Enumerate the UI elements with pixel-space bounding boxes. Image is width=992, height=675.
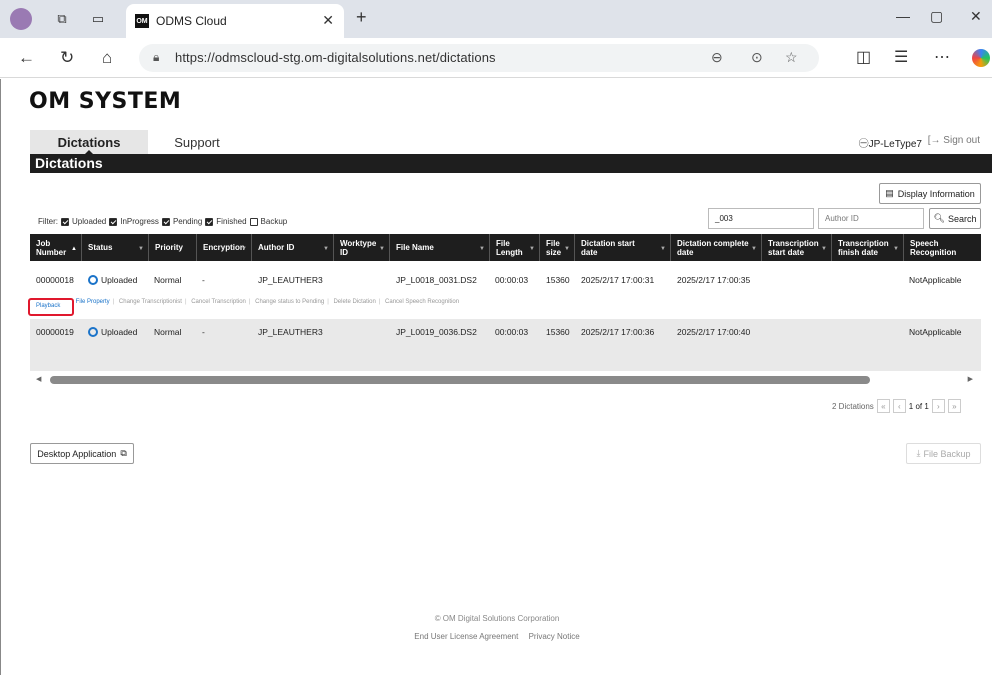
delete-dictation-link[interactable]: Delete Dictation — [333, 299, 375, 305]
table-icon: ▤ — [885, 188, 894, 198]
playback-link[interactable]: Playback — [36, 303, 60, 309]
col-status[interactable]: Status ▼ — [82, 234, 149, 261]
tab-dictations[interactable]: Dictations — [30, 130, 148, 155]
copyright: © OM Digital Solutions Corporation — [434, 614, 560, 623]
change-transcriptionist-link[interactable]: Change Transcriptionist — [119, 299, 182, 305]
tab-actions-icon[interactable]: ▭ — [88, 9, 108, 29]
close-tab-icon[interactable]: ✕ — [322, 12, 334, 29]
col-priority[interactable]: Priority — [149, 234, 197, 261]
col-job-number[interactable]: Job Number ▲ — [30, 234, 82, 261]
filter-inprogress-checkbox[interactable] — [109, 217, 118, 226]
maximize-icon[interactable]: ▢ — [930, 8, 943, 25]
horizontal-scrollbar[interactable]: ◀ ▶ — [30, 375, 981, 385]
filter-pending-checkbox[interactable] — [161, 217, 170, 226]
tab-support[interactable]: Support — [171, 130, 223, 154]
col-file-length[interactable]: File Length ▼ — [490, 234, 540, 261]
col-worktype-id[interactable]: Worktype ID ▼ — [334, 234, 390, 261]
change-status-pending-link[interactable]: Change status to Pending — [255, 299, 324, 305]
cancel-transcription-link[interactable]: Cancel Transcription — [191, 299, 246, 305]
scroll-left-icon[interactable]: ◀ — [36, 375, 41, 383]
author-id-search-input[interactable]: Author ID — [818, 208, 924, 229]
file-backup-button[interactable]: ⤓ File Backup — [906, 443, 981, 464]
page-indicator: 1 of 1 — [908, 401, 929, 411]
scroll-thumb[interactable] — [50, 376, 870, 384]
workspaces-icon[interactable]: ⧉ — [52, 9, 72, 29]
file-property-link[interactable]: File Property — [76, 299, 110, 305]
refresh-icon[interactable]: ↻ — [60, 48, 74, 68]
filter-backup-checkbox[interactable] — [249, 217, 258, 226]
col-encryption[interactable]: Encryption ▼ — [197, 234, 252, 261]
row-actions: File Property | Change Transcriptionist | … — [75, 299, 460, 305]
copilot-icon[interactable] — [972, 49, 990, 67]
url-field[interactable]: 🔒︎ https://odmscloud-stg.om-digitalsolut… — [139, 44, 819, 72]
sign-out-link[interactable]: [→ Sign out — [928, 135, 980, 146]
close-window-icon[interactable]: ✕ — [970, 8, 982, 25]
logo: OM SYSTEM — [29, 89, 182, 114]
uploaded-status-icon — [88, 327, 98, 337]
favorite-star-icon[interactable]: ☆ — [785, 49, 798, 66]
minimize-icon[interactable]: — — [896, 8, 910, 24]
favicon-icon: OM — [135, 14, 149, 28]
download-icon: ⤓ — [916, 448, 921, 458]
search-button[interactable]: 🔍︎ Search — [929, 208, 981, 229]
footer-links: End User License Agreement Privacy Notic… — [1, 632, 992, 641]
cancel-speech-recognition-link[interactable]: Cancel Speech Recognition — [385, 299, 459, 305]
prev-page-button[interactable]: ‹ — [892, 399, 906, 413]
filter-bar: Filter: Uploaded InProgress Pending Fini… — [38, 217, 288, 226]
back-icon[interactable]: ← — [18, 48, 35, 68]
col-transcription-start-date[interactable]: Transcription start date ▼ — [762, 234, 832, 261]
search-icon: 🔍︎ — [933, 213, 945, 223]
pagination: 2 Dictations « ‹ 1 of 1 › » — [832, 399, 961, 413]
section-title: Dictations — [30, 154, 992, 173]
col-speech-recognition[interactable]: Speech Recognition — [904, 234, 981, 261]
new-tab-icon[interactable]: + — [356, 7, 367, 28]
col-file-size[interactable]: File size ▼ — [540, 234, 575, 261]
table-row[interactable]: 00000019 Uploaded Normal - JP_LEAUTHER3 … — [30, 319, 981, 371]
scroll-right-icon[interactable]: ▶ — [968, 375, 973, 383]
col-file-name[interactable]: File Name ▼ — [390, 234, 490, 261]
privacy-notice-link[interactable]: Privacy Notice — [529, 632, 580, 641]
dictation-count: 2 Dictations — [832, 401, 874, 411]
first-page-button[interactable]: « — [876, 399, 890, 413]
eula-link[interactable]: End User License Agreement — [414, 632, 518, 641]
browser-tab[interactable]: OM ODMS Cloud ✕ — [126, 4, 344, 38]
address-bar: ← ↻ ⌂ 🔒︎ https://odmscloud-stg.om-digita… — [0, 38, 992, 78]
sign-out-icon: [→ — [927, 135, 944, 146]
external-link-icon: ⧉ — [120, 448, 127, 458]
col-author-id[interactable]: Author ID ▼ — [252, 234, 334, 261]
col-dictation-start-date[interactable]: Dictation start date ▼ — [575, 234, 671, 261]
table-row[interactable]: 00000018 Uploaded Normal - JP_LEAUTHER3 … — [30, 269, 981, 291]
url-text: https://odmscloud-stg.om-digitalsolution… — [175, 50, 496, 65]
filter-label: Filter: — [38, 217, 58, 226]
zoom-icon[interactable]: ⊖ — [711, 49, 723, 66]
settings-more-icon[interactable]: ⋯ — [934, 47, 950, 67]
uploaded-status-icon — [88, 275, 98, 285]
col-dictation-complete-date[interactable]: Dictation complete date ▼ — [671, 234, 762, 261]
display-information-button[interactable]: ▤ Display Information — [879, 183, 981, 204]
split-screen-icon[interactable]: ◫ — [856, 47, 871, 67]
last-page-button[interactable]: » — [947, 399, 961, 413]
browser-tab-bar: ⧉ ▭ OM ODMS Cloud ✕ + — ▢ ✕ — [0, 0, 992, 38]
tab-title: ODMS Cloud — [156, 14, 227, 28]
home-icon[interactable]: ⌂ — [102, 48, 112, 68]
col-transcription-finish-date[interactable]: Transcription finish date ▼ — [832, 234, 904, 261]
favorites-icon[interactable]: ☰ — [894, 47, 908, 67]
filter-uploaded-checkbox[interactable] — [61, 217, 69, 226]
page: OM SYSTEM Dictations Support ㊀JP-LeType7… — [0, 79, 992, 675]
user-icon: ㊀ — [858, 139, 869, 150]
filter-finished-checkbox[interactable] — [205, 217, 214, 226]
more-tools-icon[interactable]: ⊙ — [751, 49, 763, 66]
profile-icon[interactable] — [10, 8, 32, 30]
desktop-application-button[interactable]: Desktop Application ⧉ — [30, 443, 134, 464]
table-header: Job Number ▲ Status ▼ Priority Encryption ▼… — [30, 234, 981, 261]
user-account[interactable]: ㊀JP-LeType7 — [859, 135, 922, 150]
lock-icon: 🔒︎ — [153, 50, 160, 64]
file-name-search-input[interactable]: _003 — [708, 208, 814, 229]
next-page-button[interactable]: › — [931, 399, 945, 413]
